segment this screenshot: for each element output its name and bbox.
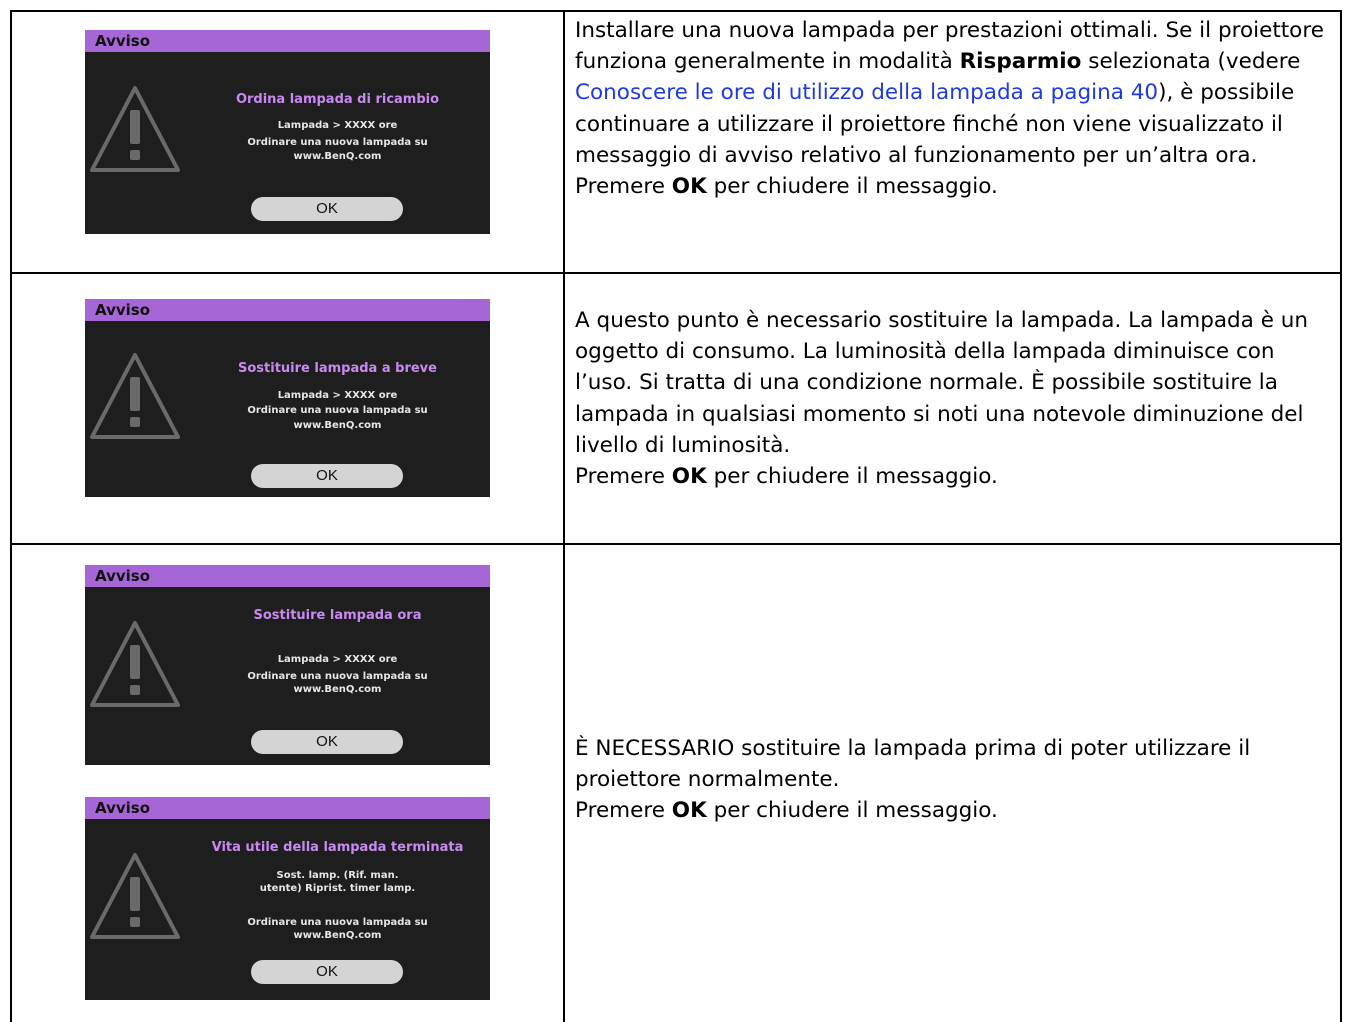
warning-triangle-icon — [90, 353, 180, 439]
table-border-left — [10, 10, 12, 1022]
dialog-line: www.BenQ.com — [293, 930, 382, 941]
dialog-heading: Sostituire lampada a breve — [238, 361, 437, 376]
dialog-line: www.BenQ.com — [293, 151, 382, 162]
dialog-line: Sost. lamp. (Rif. man. — [276, 870, 399, 881]
ok-button[interactable]: OK — [251, 197, 403, 221]
row-divider — [10, 272, 1342, 274]
ok-button[interactable]: OK — [251, 960, 403, 984]
row-divider — [10, 543, 1342, 545]
warning-triangle-icon — [90, 621, 180, 707]
dialog-title: Avviso — [95, 567, 151, 585]
description-text: È NECESSARIO sostituire la lampada prima… — [575, 736, 1251, 793]
warning-dialog: Avviso Vita utile della lampada terminat… — [85, 797, 490, 1000]
ok-key: OK — [671, 798, 707, 824]
ok-key: OK — [671, 174, 707, 200]
ok-button[interactable]: OK — [251, 730, 403, 754]
dialog-line: Ordinare una nuova lampada su — [247, 917, 428, 928]
ok-key: OK — [671, 464, 707, 490]
dialog-title: Avviso — [95, 301, 151, 319]
dialog-line: Lampada > XXXX ore — [277, 120, 398, 131]
press-suffix: per chiudere il messaggio. — [706, 798, 998, 824]
lamp-hours-link[interactable]: Conoscere le ore di utilizzo della lampa… — [575, 80, 1158, 105]
table-border-right — [1340, 10, 1342, 1022]
row-description: A questo punto è necessario sostituire l… — [575, 305, 1335, 492]
dialog-title-bar: Avviso — [85, 565, 490, 587]
warning-dialog: Avviso Sostituire lampada ora Lampada > … — [85, 565, 490, 765]
description-text: selezionata (vedere — [1081, 49, 1301, 75]
warning-dialog: Avviso Ordina lampada di ricambio Lampad… — [85, 30, 490, 234]
warning-triangle-icon — [90, 86, 180, 172]
ok-button[interactable]: OK — [251, 464, 403, 488]
dialog-heading: Ordina lampada di ricambio — [235, 92, 440, 107]
row-description: Installare una nuova lampada per prestaz… — [575, 15, 1335, 202]
dialog-line: Ordinare una nuova lampada su — [247, 137, 428, 148]
dialog-title: Avviso — [95, 32, 151, 50]
press-prefix: Premere — [575, 174, 672, 200]
dialog-title-bar: Avviso — [85, 797, 490, 819]
table-border-top — [10, 10, 1342, 12]
dialog-title-bar: Avviso — [85, 299, 490, 321]
dialog-title: Avviso — [95, 799, 151, 817]
dialog-heading: Sostituire lampada ora — [253, 608, 422, 623]
dialog-line: www.BenQ.com — [293, 684, 382, 695]
column-divider — [563, 10, 565, 1022]
row-description: È NECESSARIO sostituire la lampada prima… — [575, 733, 1335, 827]
dialog-line: utente) Riprist. timer lamp. — [259, 883, 416, 894]
press-prefix: Premere — [575, 464, 672, 490]
dialog-line: Ordinare una nuova lampada su — [247, 671, 428, 682]
dialog-title-bar: Avviso — [85, 30, 490, 52]
warning-dialog: Avviso Sostituire lampada a breve Lampad… — [85, 299, 490, 497]
dialog-line: Lampada > XXXX ore — [277, 654, 398, 665]
press-suffix: per chiudere il messaggio. — [706, 174, 998, 200]
press-prefix: Premere — [575, 798, 672, 824]
warning-triangle-icon — [90, 853, 180, 939]
mode-name: Risparmio — [959, 49, 1082, 75]
dialog-line: Ordinare una nuova lampada su — [247, 405, 428, 416]
dialog-line: Lampada > XXXX ore — [277, 390, 398, 401]
dialog-line: www.BenQ.com — [293, 420, 382, 431]
description-text: A questo punto è necessario sostituire l… — [575, 308, 1309, 458]
press-suffix: per chiudere il messaggio. — [706, 464, 998, 490]
dialog-heading: Vita utile della lampada terminata — [211, 840, 464, 855]
